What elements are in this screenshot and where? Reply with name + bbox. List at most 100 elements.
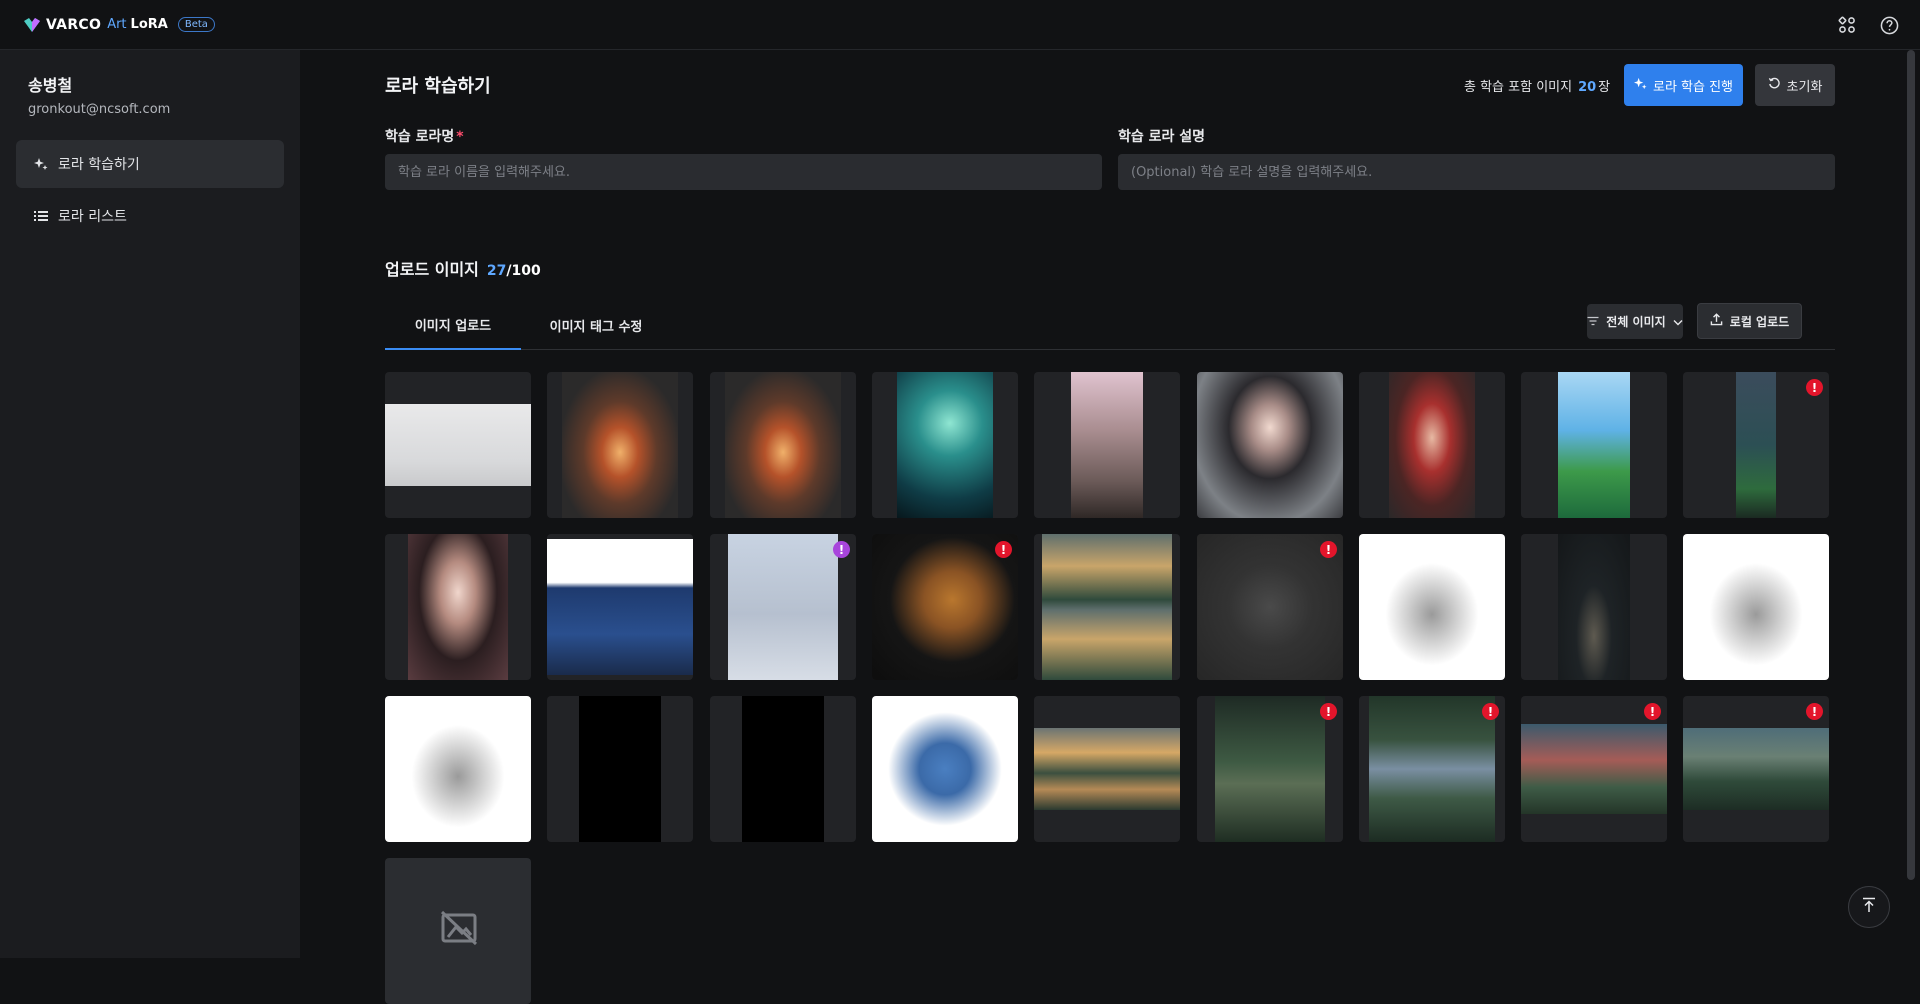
image-tile-waterfall-valley[interactable]: ! — [1359, 696, 1505, 842]
train-lora-button[interactable]: 로라 학습 진행 — [1624, 64, 1743, 106]
local-upload-button[interactable]: 로컬 업로드 — [1697, 303, 1802, 339]
apps-grid-icon[interactable] — [1836, 14, 1858, 36]
user-email: gronkout@ncsoft.com — [28, 102, 171, 117]
main-content: 로라 학습하기 총 학습 포함 이미지 20 장 로라 학습 진행 초기화 학습… — [300, 50, 1900, 1004]
help-circle-icon[interactable] — [1878, 14, 1900, 36]
user-name: 송병철 — [28, 76, 73, 95]
image-tile-warrior-lineart-3[interactable] — [385, 696, 531, 842]
image-thumbnail — [1683, 728, 1829, 810]
total-unit: 장 — [1598, 80, 1611, 95]
top-bar: VARCO Art LoRA Beta — [0, 0, 1920, 50]
image-thumbnail — [742, 696, 824, 842]
image-thumbnail — [897, 372, 993, 518]
image-thumbnail — [385, 696, 531, 842]
reset-label: 초기화 — [1786, 79, 1823, 95]
required-mark: * — [456, 129, 464, 145]
image-thumbnail — [579, 696, 661, 842]
image-tile-knight-statue[interactable]: ! — [1197, 534, 1343, 680]
image-tile-autumn-forest-road[interactable] — [547, 372, 693, 518]
beta-badge: Beta — [177, 17, 215, 32]
reset-button[interactable]: 초기화 — [1755, 64, 1835, 106]
varco-logo-icon — [24, 17, 40, 32]
image-tile-dark-knight-figure[interactable] — [1521, 534, 1667, 680]
warning-badge-icon: ! — [995, 541, 1012, 558]
image-tile-lake-mountain-reflection[interactable] — [1034, 534, 1180, 680]
image-thumbnail — [1558, 372, 1630, 518]
scrollbar-thumb[interactable] — [1907, 50, 1915, 880]
image-thumbnail — [385, 404, 531, 486]
image-tile-black-mask[interactable] — [710, 696, 856, 842]
image-thumbnail — [1369, 696, 1495, 842]
warning-badge-icon: ! — [1320, 541, 1337, 558]
image-thumbnail — [1034, 728, 1180, 810]
image-tile-nc-executives[interactable] — [547, 534, 693, 680]
image-tile-misty-valley[interactable]: ! — [1197, 696, 1343, 842]
image-tile-autumn-forest-road-2[interactable] — [710, 372, 856, 518]
image-tile-cloud-mountain[interactable]: ! — [1683, 696, 1829, 842]
image-tile-lake-mountain-wide[interactable] — [1034, 696, 1180, 842]
sparkle-icon — [34, 157, 48, 171]
image-tile-european-street-alley[interactable] — [1034, 372, 1180, 518]
image-thumbnail — [1197, 372, 1343, 518]
sidebar-item-label: 로라 리스트 — [58, 209, 127, 225]
image-tile-rose-girl-portrait[interactable] — [385, 534, 531, 680]
image-unavailable-icon — [440, 910, 478, 950]
image-tile-3d-pose-model[interactable]: ! — [710, 534, 856, 680]
sidebar-item-lora-list[interactable]: 로라 리스트 — [16, 192, 284, 240]
total-count: 20 — [1578, 80, 1597, 95]
image-thumbnail — [1683, 534, 1829, 680]
image-tile-portrait-man-photo[interactable] — [385, 372, 531, 518]
lora-description-label: 학습 로라 설명 — [1118, 129, 1206, 145]
tab-image-tag-edit[interactable]: 이미지 태그 수정 — [521, 300, 671, 350]
tab-image-upload[interactable]: 이미지 업로드 — [385, 300, 521, 350]
scrollbar[interactable] — [1900, 50, 1920, 958]
image-thumbnail — [562, 372, 678, 518]
brand-lora: LoRA — [130, 17, 168, 32]
brand-art: Art — [107, 17, 127, 32]
image-thumbnail — [547, 539, 693, 675]
upload-section-title: 업로드 이미지 27/100 — [385, 256, 541, 280]
warning-badge-icon: ! — [1806, 703, 1823, 720]
image-thumbnail — [1071, 372, 1143, 518]
image-tile-anime-underwater-girl[interactable] — [872, 372, 1018, 518]
image-tile-dark-landscape-strip[interactable]: ! — [1683, 372, 1829, 518]
app-logo[interactable]: VARCO Art LoRA Beta — [24, 17, 215, 33]
brand-name: VARCO — [46, 16, 102, 33]
image-tile-sunset-cliff[interactable]: ! — [1521, 696, 1667, 842]
upload-max-count: 100 — [511, 263, 541, 279]
image-tile-dark-armor-girl[interactable] — [1197, 372, 1343, 518]
warning-badge-icon: ! — [1320, 703, 1337, 720]
image-tile-brown-bear-character[interactable]: ! — [872, 534, 1018, 680]
image-thumbnail — [1359, 534, 1505, 680]
image-tile-missing-image[interactable] — [385, 858, 531, 1004]
lora-description-input[interactable] — [1118, 154, 1835, 190]
image-tile-red-dress-warrior[interactable] — [1359, 372, 1505, 518]
filter-icon — [1587, 315, 1599, 329]
reset-icon — [1768, 77, 1781, 94]
scroll-to-top-button[interactable] — [1848, 886, 1890, 928]
image-thumbnail — [872, 534, 1018, 680]
upload-icon — [1710, 313, 1723, 329]
lora-name-input[interactable] — [385, 154, 1102, 190]
total-image-count: 총 학습 포함 이미지 20 장 — [1464, 76, 1610, 95]
list-icon — [34, 209, 48, 223]
image-thumbnail — [1197, 534, 1343, 680]
sparkle-icon — [1633, 77, 1647, 94]
lora-name-label: 학습 로라명 * — [385, 126, 464, 146]
image-thumbnail — [1215, 696, 1325, 842]
upload-title-text: 업로드 이미지 — [385, 260, 479, 279]
filter-label: 전체 이미지 — [1606, 315, 1666, 329]
image-tile-blue-alien-character[interactable] — [872, 696, 1018, 842]
image-thumbnail — [725, 372, 841, 518]
image-filter-dropdown[interactable]: 전체 이미지 — [1587, 304, 1683, 339]
image-tile-warrior-lineart-2[interactable] — [1683, 534, 1829, 680]
chevron-down-icon — [1673, 315, 1683, 329]
image-tile-warrior-lineart[interactable] — [1359, 534, 1505, 680]
image-thumbnail — [408, 534, 508, 680]
sidebar-item-lora-train[interactable]: 로라 학습하기 — [16, 140, 284, 188]
warning-badge-icon: ! — [833, 541, 850, 558]
image-thumbnail — [1558, 534, 1630, 680]
train-lora-label: 로라 학습 진행 — [1652, 79, 1734, 95]
image-tile-openpose-skeleton[interactable] — [547, 696, 693, 842]
image-tile-meadow-landscape[interactable] — [1521, 372, 1667, 518]
